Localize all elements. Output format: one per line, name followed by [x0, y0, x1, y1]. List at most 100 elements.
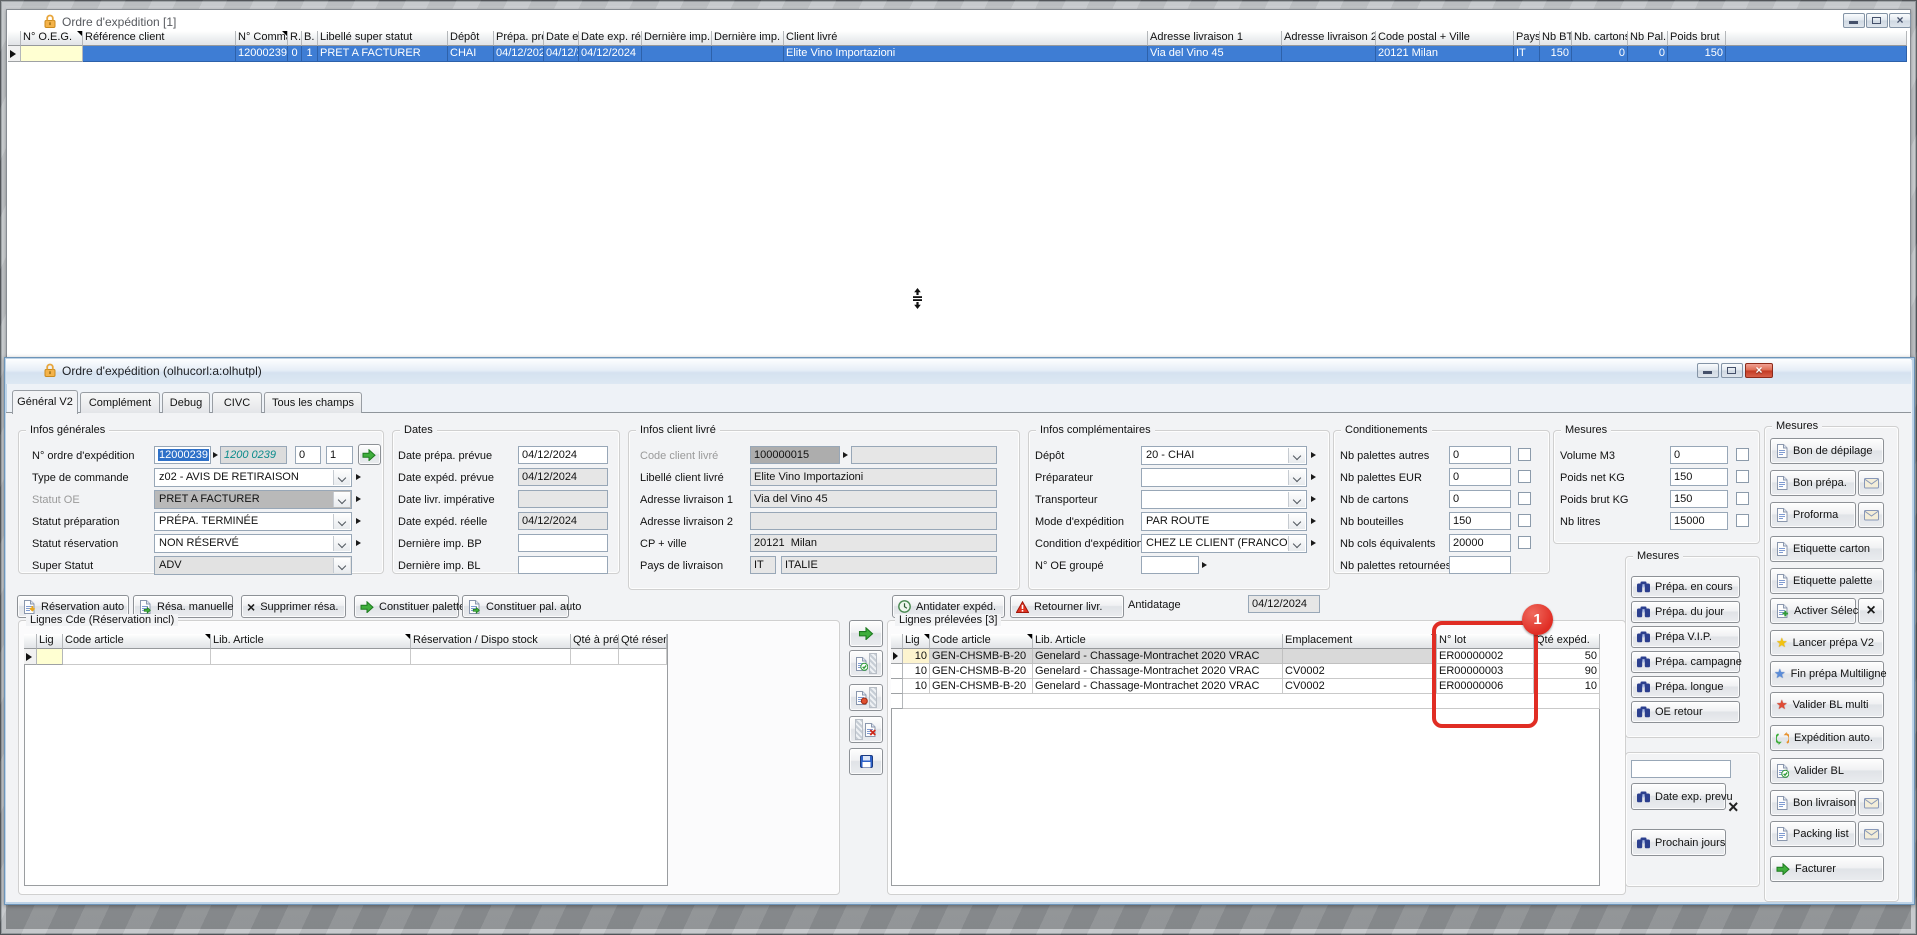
cell-lib-article[interactable]: Genelard - Chassage-Montrachet 2020 VRAC: [1033, 679, 1283, 694]
transporteur-select[interactable]: [1141, 490, 1307, 509]
next-record-button[interactable]: [358, 444, 381, 465]
adresse2-input[interactable]: [750, 512, 997, 530]
cell-depot[interactable]: CHAI: [448, 46, 494, 62]
column-header[interactable]: Lig: [37, 634, 63, 649]
nb-bouteilles-input[interactable]: 150: [1449, 512, 1511, 530]
retourner-livr-button[interactable]: Retourner livr.: [1010, 595, 1124, 618]
oe-retour-button[interactable]: OE retour: [1631, 701, 1740, 723]
minimize-button[interactable]: [1843, 13, 1865, 28]
cell-b[interactable]: 1: [302, 46, 318, 62]
cell-pays[interactable]: IT: [1514, 46, 1540, 62]
cell-imp-bl[interactable]: [712, 46, 784, 62]
column-header[interactable]: Pays: [1514, 31, 1540, 46]
column-header[interactable]: Dépôt: [448, 31, 494, 46]
facturer-button[interactable]: Facturer: [1770, 856, 1884, 882]
mail-bon-livraison-button[interactable]: [1858, 790, 1884, 816]
nb-palettes-eur-input[interactable]: 0: [1449, 468, 1511, 486]
etiquette-palette-button[interactable]: Etiquette palette: [1770, 568, 1884, 594]
column-header[interactable]: Réservation / Dispo stock: [411, 634, 571, 649]
close-button[interactable]: ×: [1745, 363, 1773, 378]
date-exp-prevu-button[interactable]: Date exp. prevu: [1631, 783, 1726, 810]
column-header[interactable]: Code postal + Ville: [1376, 31, 1514, 46]
column-header[interactable]: Nb BT: [1540, 31, 1572, 46]
tab-debug[interactable]: Debug: [162, 392, 210, 413]
column-header[interactable]: Lig: [903, 634, 930, 649]
cell-date-exp-reel[interactable]: 04/12/2024: [579, 46, 642, 62]
prepa-du-jour-button[interactable]: Prépa. du jour: [1631, 601, 1740, 623]
lancer-prepa-v2-button[interactable]: ★Lancer prépa V2: [1770, 630, 1884, 656]
column-header[interactable]: Référence client: [83, 31, 236, 46]
super-statut-select[interactable]: ADV: [154, 556, 352, 575]
column-header[interactable]: Date exp. réel.: [579, 31, 642, 46]
derniere-imp-bp-input[interactable]: [518, 534, 608, 552]
cell-nb-bt[interactable]: 150: [1540, 46, 1572, 62]
date-livr-imperative-input[interactable]: [518, 490, 608, 508]
nb-palettes-autres-input[interactable]: 0: [1449, 446, 1511, 464]
column-header[interactable]: Qté expéd.: [1534, 634, 1600, 649]
supprimer-resa-button[interactable]: ×Supprimer résa.: [241, 595, 346, 618]
oe-suffix2-input[interactable]: 1: [326, 446, 353, 464]
clear-date-search-button[interactable]: ×: [1728, 797, 1739, 818]
code-client-aux-input[interactable]: [851, 446, 997, 464]
volume-m3-input[interactable]: 0: [1670, 446, 1728, 464]
prepa-en-cours-button[interactable]: Prépa. en cours: [1631, 576, 1740, 598]
pays-libelle-input[interactable]: ITALIE: [781, 556, 997, 574]
cell-adresse1[interactable]: Via del Vino 45: [1148, 46, 1282, 62]
column-header[interactable]: Client livré: [784, 31, 1148, 46]
packing-list-button[interactable]: Packing list: [1770, 821, 1856, 847]
column-header[interactable]: Nb. cartons: [1572, 31, 1628, 46]
valider-bl-button[interactable]: Valider BL: [1770, 758, 1884, 784]
column-header[interactable]: Adresse livraison 1: [1148, 31, 1282, 46]
cell-qte-a-prel[interactable]: [571, 649, 619, 665]
column-header[interactable]: Prépa. prev: [494, 31, 544, 46]
nb-palettes-autres-checkbox[interactable]: [1518, 448, 1531, 461]
cell-emplacement[interactable]: CV0002: [1283, 679, 1437, 694]
activer-select-button[interactable]: Activer Sélect.: [1770, 598, 1856, 624]
depot-select[interactable]: 20 - CHAI: [1141, 446, 1307, 465]
column-header[interactable]: Nb Pal.: [1628, 31, 1668, 46]
mail-proforma-button[interactable]: [1858, 502, 1884, 528]
cell-num-commande[interactable]: 12000239: [236, 46, 288, 62]
constituer-palette-button[interactable]: Constituer palette: [354, 595, 459, 618]
cell-emplacement[interactable]: CV0002: [1283, 664, 1437, 679]
cell-reservation[interactable]: [411, 649, 571, 665]
column-header[interactable]: Poids brut: [1668, 31, 1726, 46]
cell-qte-reserve[interactable]: [619, 649, 667, 665]
oe-groupe-input[interactable]: [1141, 556, 1199, 574]
cell-r[interactable]: 0: [288, 46, 302, 62]
column-header[interactable]: Qté à prél.: [571, 634, 619, 649]
nb-bouteilles-checkbox[interactable]: [1518, 514, 1531, 527]
column-header[interactable]: Adresse livraison 2: [1282, 31, 1376, 46]
poids-net-checkbox[interactable]: [1736, 470, 1749, 483]
column-header[interactable]: Dernière imp. BL: [712, 31, 784, 46]
close-button[interactable]: ×: [1889, 13, 1911, 28]
nb-litres-input[interactable]: 15000: [1670, 512, 1728, 530]
poids-net-input[interactable]: 150: [1670, 468, 1728, 486]
column-header[interactable]: Date exp.: [544, 31, 579, 46]
cell-poids-brut[interactable]: 150: [1668, 46, 1726, 62]
clear-select-button[interactable]: ×: [1858, 598, 1884, 624]
validate-line-button[interactable]: [849, 650, 883, 677]
volume-m3-checkbox[interactable]: [1736, 448, 1749, 461]
row-marker[interactable]: [891, 679, 903, 694]
column-header[interactable]: Libellé super statut: [318, 31, 448, 46]
cell-client-livre[interactable]: Elite Vino Importazioni: [784, 46, 1148, 62]
transfer-right-button[interactable]: [849, 620, 883, 647]
poids-brut-input[interactable]: 150: [1670, 490, 1728, 508]
delete-line-button[interactable]: [849, 716, 883, 743]
tab-general-v2[interactable]: Général V2: [12, 390, 78, 414]
type-commande-select[interactable]: z02 - AVIS DE RETIRAISON: [154, 468, 352, 487]
cell-reference-client[interactable]: [83, 46, 236, 62]
cell-prepa-prev[interactable]: 04/12/2024: [494, 46, 544, 62]
cell-imp-bp[interactable]: [642, 46, 712, 62]
mail-packing-list-button[interactable]: [1858, 821, 1884, 847]
mode-expedition-select[interactable]: PAR ROUTE: [1141, 512, 1307, 531]
proforma-button[interactable]: Proforma: [1770, 502, 1856, 528]
prepa-longue-button[interactable]: Prépa. longue: [1631, 676, 1740, 698]
cell-code-article[interactable]: GEN-CHSMB-B-20: [930, 664, 1033, 679]
cell-qte-exped[interactable]: 50: [1534, 649, 1600, 664]
derniere-imp-bl-input[interactable]: [518, 556, 608, 574]
unvalidate-line-button[interactable]: [849, 684, 883, 711]
cell-oeg[interactable]: [21, 46, 83, 62]
pays-code-input[interactable]: IT: [750, 556, 776, 574]
